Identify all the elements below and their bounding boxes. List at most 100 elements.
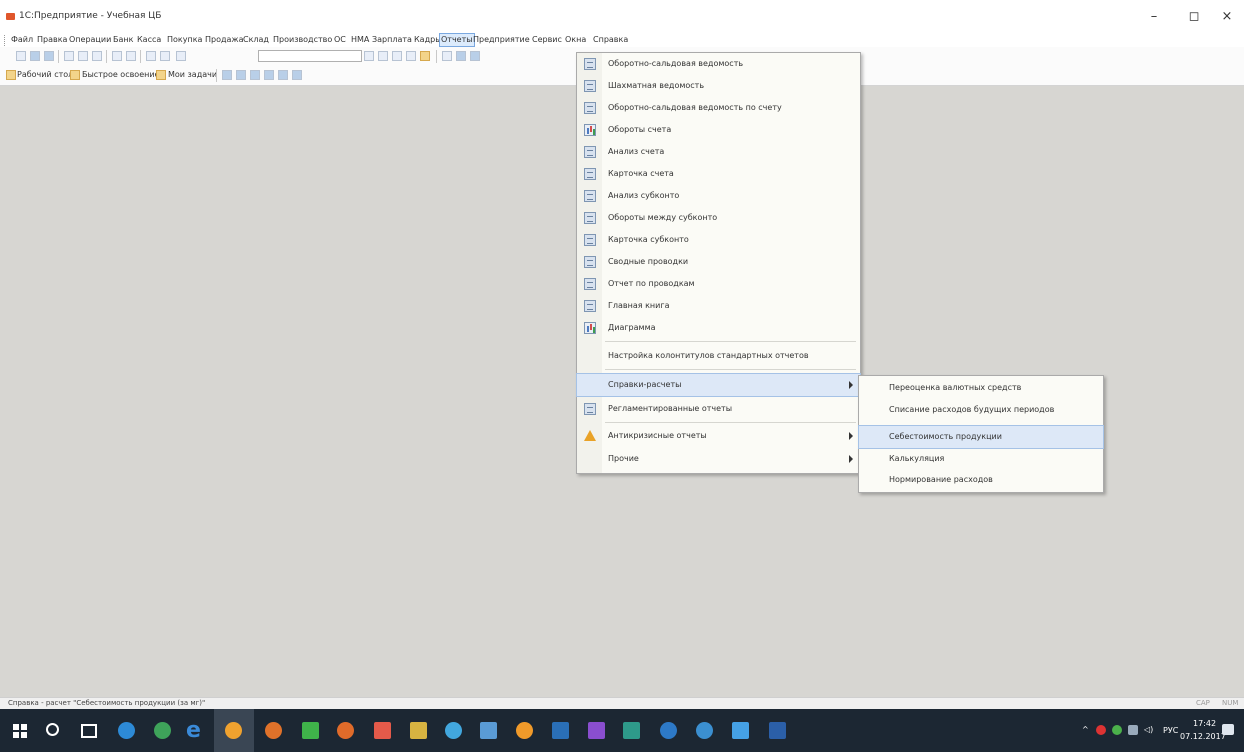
menu-item-turnover-balance[interactable]: Оборотно-сальдовая ведомость [577,53,860,75]
menu-item-diagram[interactable]: Диаграмма [577,317,860,339]
menu-item-other[interactable]: Прочие [577,448,860,470]
language-indicator[interactable]: РУС [1163,726,1178,735]
menu-file[interactable]: Файл [10,34,34,46]
tray-app-icon[interactable] [1112,725,1122,735]
menu-item-header-footer-settings[interactable]: Настройка колонтитулов стандартных отчет… [577,345,860,367]
analysis-icon[interactable] [278,70,288,80]
menu-item-reference-calculations[interactable]: Справки-расчеты [576,373,861,397]
task-view-icon[interactable] [81,724,97,738]
clock-time[interactable]: 17:42 [1193,719,1216,728]
taskbar-app-icon[interactable] [265,722,282,739]
open-icon[interactable] [30,51,40,61]
find-prev-icon[interactable] [378,51,388,61]
save-icon[interactable] [44,51,54,61]
taskbar-app-icon[interactable] [769,722,786,739]
taskbar-app-icon[interactable] [696,722,713,739]
taskbar-app-icon[interactable] [588,722,605,739]
preview-icon[interactable] [126,51,136,61]
report-icon[interactable] [442,51,452,61]
network-icon[interactable] [1128,725,1138,735]
desktop-button[interactable]: Рабочий стол [17,70,73,79]
menu-item-account-card[interactable]: Карточка счета [577,163,860,185]
taskbar-app-icon[interactable] [154,722,171,739]
menu-salary[interactable]: Зарплата [371,34,413,46]
calculator-icon[interactable] [406,51,416,61]
journal-operations-icon[interactable] [222,70,232,80]
tray-expand-icon[interactable]: ^ [1082,725,1089,734]
quickstart-button[interactable]: Быстрое освоение [82,70,159,79]
menu-intangibles[interactable]: НМА [350,34,370,46]
add-icon[interactable] [146,51,156,61]
remove-icon[interactable] [160,51,170,61]
menu-item-chess-sheet[interactable]: Шахматная ведомость [577,75,860,97]
menu-edit[interactable]: Правка [36,34,68,46]
edge-browser-icon[interactable]: e [186,718,201,743]
filter-icon[interactable] [392,51,402,61]
windows-start-icon[interactable] [13,724,27,738]
menu-item-subconto-analysis[interactable]: Анализ субконто [577,185,860,207]
taskbar-app-icon[interactable] [410,722,427,739]
submenu-item-currency-revaluation[interactable]: Переоценка валютных средств [859,377,1103,399]
tray-app-icon[interactable] [1096,725,1106,735]
close-button[interactable]: × [1215,6,1239,28]
taskbar-app-icon[interactable] [302,722,319,739]
menu-item-regulated-reports[interactable]: Регламентированные отчеты [577,398,860,420]
ledger-icon[interactable] [292,70,302,80]
copy-icon[interactable] [78,51,88,61]
menu-help[interactable]: Справка [592,34,629,46]
menu-item-turnover-balance-by-account[interactable]: Оборотно-сальдовая ведомость по счету [577,97,860,119]
menu-enterprise[interactable]: Предприятие [472,34,531,46]
menu-purchase[interactable]: Покупка [166,34,203,46]
maximize-button[interactable]: ◻ [1182,6,1206,28]
search-input[interactable] [258,50,362,62]
paste-icon[interactable] [92,51,102,61]
menu-service[interactable]: Сервис [531,34,563,46]
1c-app-icon[interactable] [225,722,242,739]
taskbar-app-icon[interactable] [623,722,640,739]
balance-icon[interactable] [264,70,274,80]
menu-sales[interactable]: Продажа [204,34,245,46]
search-icon[interactable] [46,723,59,736]
menu-item-subconto-turnover[interactable]: Обороты между субконто [577,207,860,229]
taskbar-app-icon[interactable] [732,722,749,739]
help-icon[interactable] [420,51,430,61]
taskbar-app-icon[interactable] [660,722,677,739]
menu-reports[interactable]: Отчеты [439,33,475,47]
submenu-item-production-cost[interactable]: Себестоимость продукции [858,425,1104,449]
menu-cash[interactable]: Касса [136,34,162,46]
minimize-button[interactable]: – [1142,6,1166,28]
menu-warehouse[interactable]: Склад [242,34,270,46]
submenu-item-costing[interactable]: Калькуляция [859,448,1103,470]
menu-item-subconto-card[interactable]: Карточка субконто [577,229,860,251]
menu-item-anticrisis-reports[interactable]: Антикризисные отчеты [577,425,860,447]
taskbar-app-icon[interactable] [445,722,462,739]
taskbar-app-icon[interactable] [337,722,354,739]
taskbar-app-icon[interactable] [480,722,497,739]
clock-date[interactable]: 07.12.2017 [1180,732,1226,741]
print-icon[interactable] [112,51,122,61]
menu-windows[interactable]: Окна [564,34,587,46]
journal-documents-icon[interactable] [236,70,246,80]
notifications-icon[interactable] [1222,724,1234,735]
menu-bank[interactable]: Банк [112,34,134,46]
taskbar-app-icon[interactable] [374,722,391,739]
chart-of-accounts-icon[interactable] [470,51,480,61]
volume-icon[interactable]: ◁) [1144,725,1153,734]
accounts-icon[interactable] [250,70,260,80]
menu-item-general-ledger[interactable]: Главная книга [577,295,860,317]
new-document-icon[interactable] [16,51,26,61]
find-next-icon[interactable] [364,51,374,61]
menu-production[interactable]: Производство [272,34,333,46]
menu-operations[interactable]: Операции [68,34,112,46]
search-icon[interactable] [176,51,186,61]
menu-fixed-assets[interactable]: ОС [333,34,347,46]
submenu-item-expense-rationing[interactable]: Нормирование расходов [859,469,1103,491]
taskbar-app-icon[interactable] [552,722,569,739]
journal-icon[interactable] [456,51,466,61]
menu-hr[interactable]: Кадры [413,34,443,46]
taskbar-app-icon[interactable] [516,722,533,739]
menu-item-entries-report[interactable]: Отчет по проводкам [577,273,860,295]
menu-item-account-analysis[interactable]: Анализ счета [577,141,860,163]
submenu-item-deferred-expenses[interactable]: Списание расходов будущих периодов [859,399,1103,421]
menu-item-account-turnover[interactable]: Обороты счета [577,119,860,141]
